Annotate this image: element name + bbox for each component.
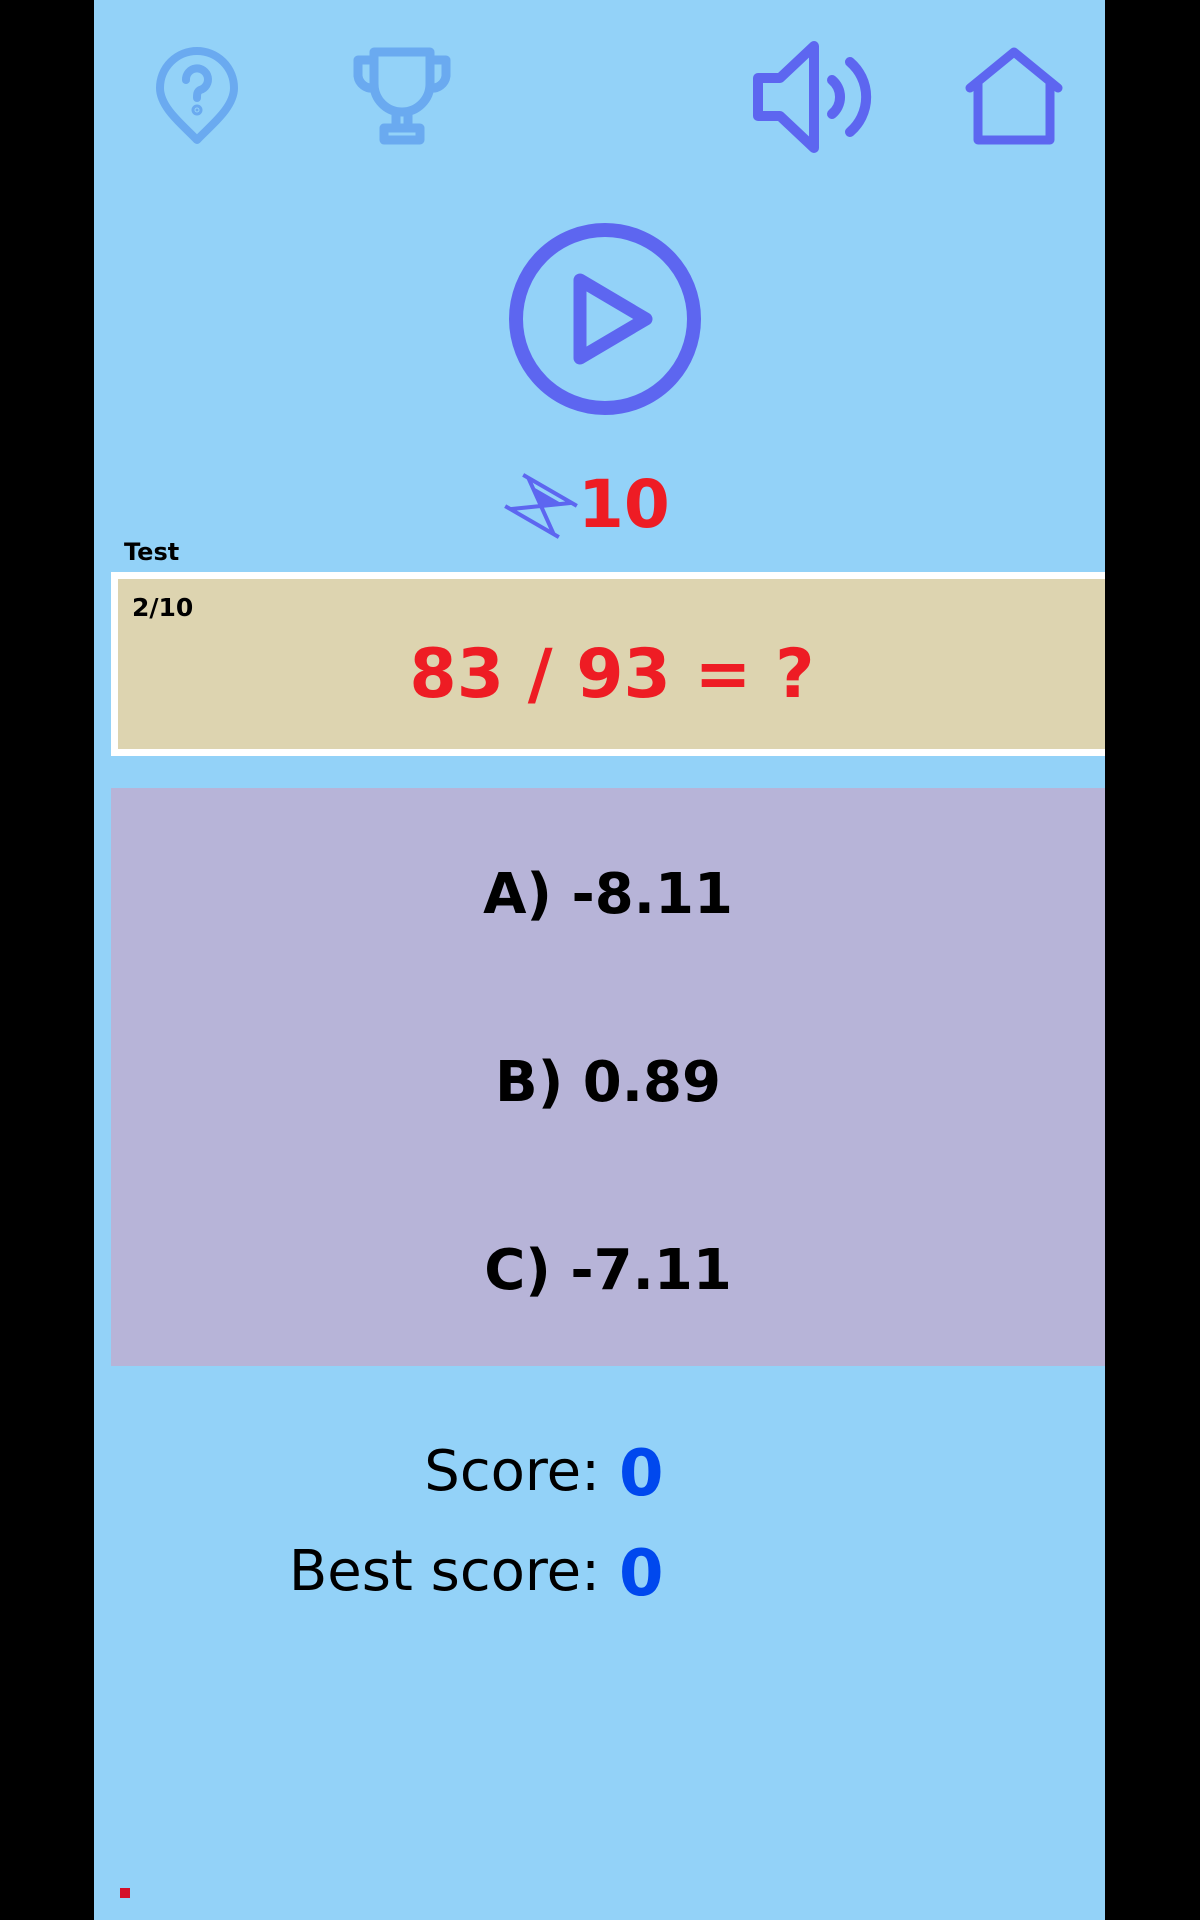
score-label: Score: — [424, 1439, 600, 1504]
answer-option-b[interactable]: B) 0.89 — [111, 1007, 1105, 1157]
home-icon[interactable] — [964, 46, 1064, 146]
answer-option-label: A) -8.11 — [483, 861, 733, 927]
timer: 10 — [94, 470, 1105, 550]
answer-option-c[interactable]: C) -7.11 — [111, 1195, 1105, 1345]
question-progress: 2/10 — [132, 593, 194, 622]
answer-option-label: C) -7.11 — [484, 1237, 732, 1303]
best-score-label: Best score: — [288, 1539, 600, 1604]
timer-value: 10 — [578, 466, 670, 543]
score-value: 0 — [619, 1437, 664, 1511]
question-box: 2/10 83 / 93 = ? — [111, 572, 1105, 756]
mode-label: Test — [124, 538, 180, 566]
best-score-row: Best score: 0 — [94, 1540, 1105, 1630]
question-text: 83 / 93 = ? — [409, 635, 815, 714]
answer-option-a[interactable]: A) -8.11 — [111, 819, 1105, 969]
answer-option-label: B) 0.89 — [495, 1049, 721, 1115]
play-button[interactable] — [508, 222, 702, 416]
score-row: Score: 0 — [94, 1440, 1105, 1530]
corner-marker — [120, 1888, 130, 1898]
game-screen: 10 Test 2/10 83 / 93 = ? A) -8.11 B) 0.8… — [94, 0, 1105, 1920]
hourglass-icon — [502, 470, 580, 542]
help-icon[interactable] — [154, 46, 240, 146]
sound-icon[interactable] — [752, 38, 872, 156]
trophy-icon[interactable] — [352, 46, 452, 146]
best-score-value: 0 — [619, 1537, 664, 1611]
answers-panel: A) -8.11 B) 0.89 C) -7.11 — [111, 788, 1105, 1366]
